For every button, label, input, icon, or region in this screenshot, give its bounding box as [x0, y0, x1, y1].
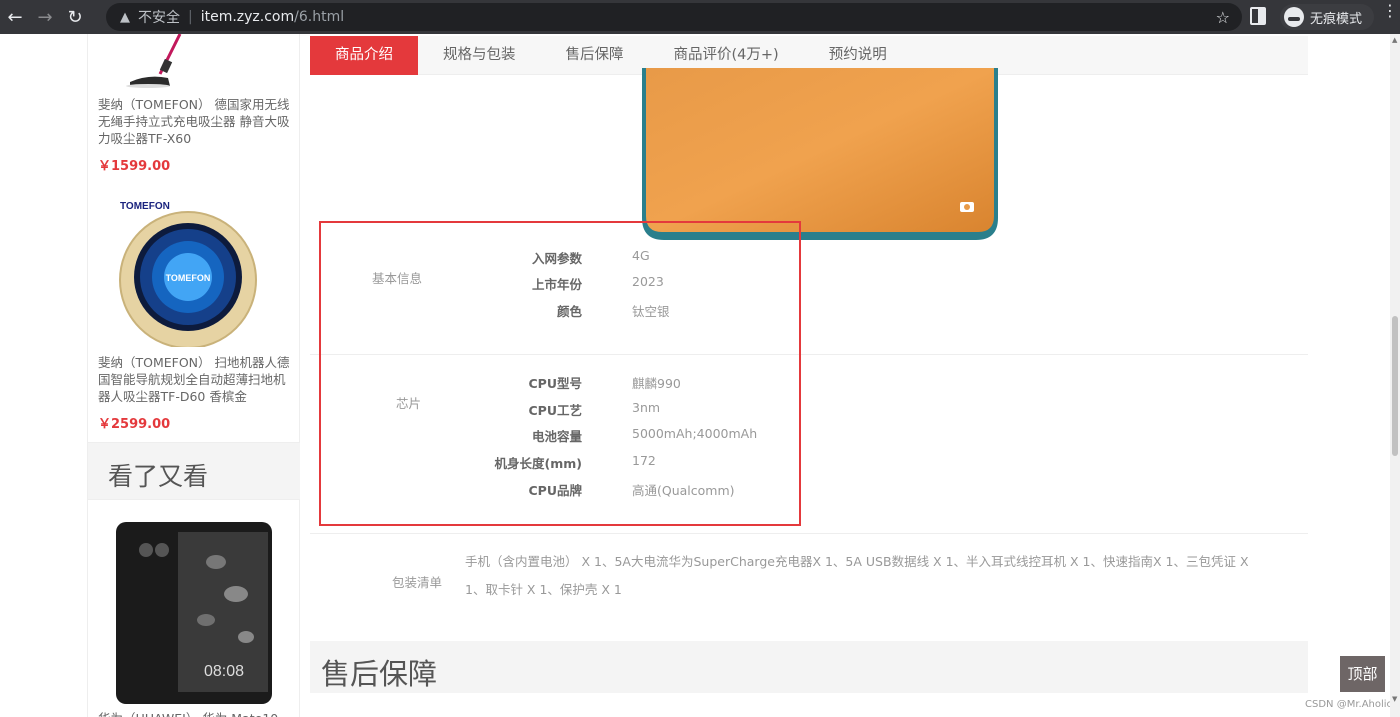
bookmark-star-icon[interactable]: ☆ — [1216, 8, 1230, 27]
browser-menu-icon[interactable]: ⋮ — [1382, 3, 1398, 19]
incognito-icon — [1284, 7, 1304, 27]
tab-after-sales[interactable]: 售后保障 — [541, 36, 649, 75]
brand-logo: TOMEFON — [120, 201, 170, 212]
highlight-box — [319, 221, 801, 526]
incognito-label: 无痕模式 — [1310, 11, 1363, 27]
product-name[interactable]: 斐纳（TOMEFON） 德国家用无线无绳手持立式充电吸尘器 静音大吸力吸尘器TF… — [98, 96, 290, 147]
back-to-top-button[interactable]: 顶部 — [1340, 656, 1385, 692]
spec-divider — [310, 533, 1308, 534]
svg-text:08:08: 08:08 — [204, 663, 244, 680]
robot-vacuum-product-image[interactable]: TOMEFON TOMEFON — [108, 197, 268, 347]
after-sales-title: 售后保障 — [321, 657, 438, 691]
watermark: CSDN @Mr.Aholic — [1305, 699, 1393, 710]
url-path: /6.html — [294, 9, 345, 25]
sidebar-product-2[interactable]: 斐纳（TOMEFON） 扫地机器人德国智能导航规划全自动超薄扫地机器人吸尘器TF… — [98, 354, 290, 432]
insecure-label: 不安全 — [138, 10, 180, 26]
address-bar[interactable]: ▲ 不安全 | item.zyz.com/6.html ☆ — [106, 3, 1242, 31]
after-sales-header: 售后保障 — [310, 641, 1308, 693]
address-separator: | — [188, 9, 193, 25]
product-name[interactable]: 斐纳（TOMEFON） 扫地机器人德国智能导航规划全自动超薄扫地机器人吸尘器TF… — [98, 354, 290, 405]
svg-text:TOMEFON: TOMEFON — [166, 273, 211, 283]
packing-list-text: 手机（含内置电池） X 1、5A大电流华为SuperCharge充电器X 1、5… — [465, 554, 1249, 597]
incognito-badge[interactable]: 无痕模式 — [1280, 4, 1374, 30]
page-scrollbar[interactable]: ▲ ▼ — [1390, 34, 1400, 717]
forward-icon[interactable]: → — [30, 2, 60, 32]
warning-icon[interactable]: ▲ — [120, 10, 130, 25]
sidebar: 斐纳（TOMEFON） 德国家用无线无绳手持立式充电吸尘器 静音大吸力吸尘器TF… — [87, 34, 300, 717]
product-price: ￥2599.00 — [98, 417, 171, 432]
scroll-up-icon[interactable]: ▲ — [1392, 36, 1397, 44]
url-host: item.zyz.com — [200, 9, 295, 25]
tab-product-intro[interactable]: 商品介绍 — [310, 36, 418, 75]
seen-again-header: 看了又看 — [88, 442, 300, 500]
back-icon[interactable]: ← — [0, 2, 30, 32]
packing-list-label: 包装清单 — [392, 575, 443, 590]
product-price: ￥1599.00 — [98, 159, 171, 174]
sidebar-product-1[interactable]: 斐纳（TOMEFON） 德国家用无线无绳手持立式充电吸尘器 静音大吸力吸尘器TF… — [98, 96, 290, 174]
vacuum-product-image[interactable] — [118, 34, 198, 89]
side-panel-icon[interactable] — [1250, 7, 1266, 25]
mate10-product-image[interactable]: 08:08 — [116, 522, 272, 704]
reload-icon[interactable]: ↻ — [60, 2, 90, 32]
scroll-thumb[interactable] — [1392, 316, 1398, 456]
seen-again-title: 看了又看 — [108, 462, 209, 491]
mate10-product-name[interactable]: 华为（HUAWEI） 华为 Mate10 4G — [98, 708, 299, 717]
phone-image — [642, 68, 998, 240]
scroll-down-icon[interactable]: ▼ — [1392, 695, 1397, 703]
tab-specs-packaging[interactable]: 规格与包装 — [418, 36, 541, 75]
product-page: 斐纳（TOMEFON） 德国家用无线无绳手持立式充电吸尘器 静音大吸力吸尘器TF… — [0, 34, 1400, 717]
